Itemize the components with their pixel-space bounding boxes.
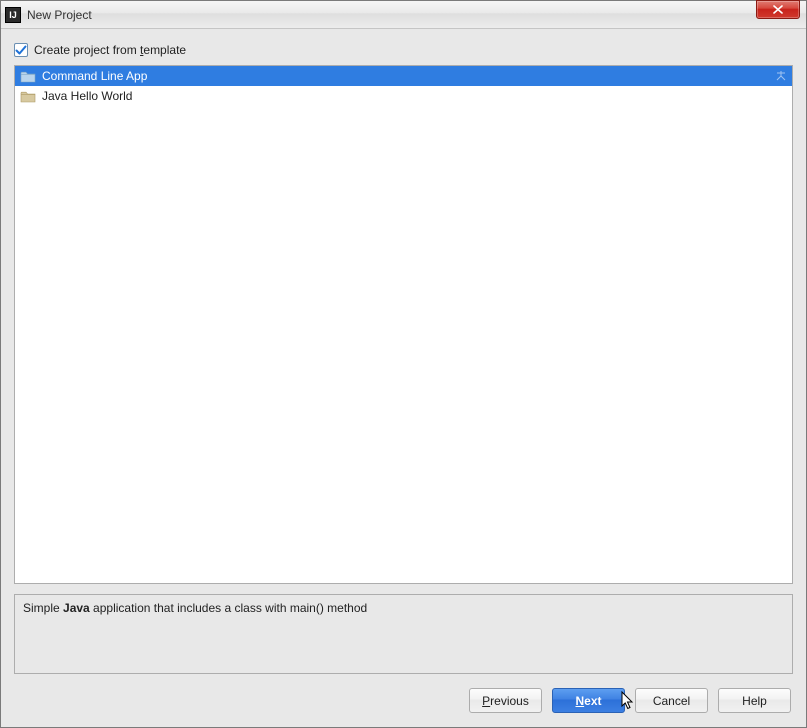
close-button[interactable] (756, 0, 800, 19)
app-icon: IJ (5, 7, 21, 23)
titlebar[interactable]: IJ New Project (1, 1, 806, 29)
create-from-template-checkbox[interactable]: Create project from template (14, 43, 793, 57)
button-row: Previous Next Cancel Help (14, 688, 793, 717)
template-description: Simple Java application that includes a … (14, 594, 793, 674)
folder-icon (20, 90, 36, 103)
list-item[interactable]: Command Line App (15, 66, 792, 86)
folder-icon (20, 70, 36, 83)
next-button[interactable]: Next (552, 688, 625, 713)
list-item-label: Java Hello World (42, 89, 132, 103)
template-list[interactable]: Command Line App Java Hello World (14, 65, 793, 584)
cancel-button[interactable]: Cancel (635, 688, 708, 713)
checkmark-icon (15, 45, 27, 56)
pin-icon (775, 70, 787, 82)
content-area: Create project from template Command Lin… (1, 29, 806, 727)
help-button[interactable]: Help (718, 688, 791, 713)
checkbox-box (14, 43, 28, 57)
list-item-label: Command Line App (42, 69, 147, 83)
close-icon (772, 5, 784, 14)
window-title: New Project (27, 8, 92, 22)
new-project-dialog: IJ New Project Create project from templ… (0, 0, 807, 728)
list-item[interactable]: Java Hello World (15, 86, 792, 106)
previous-button[interactable]: Previous (469, 688, 542, 713)
checkbox-label: Create project from template (34, 43, 186, 57)
